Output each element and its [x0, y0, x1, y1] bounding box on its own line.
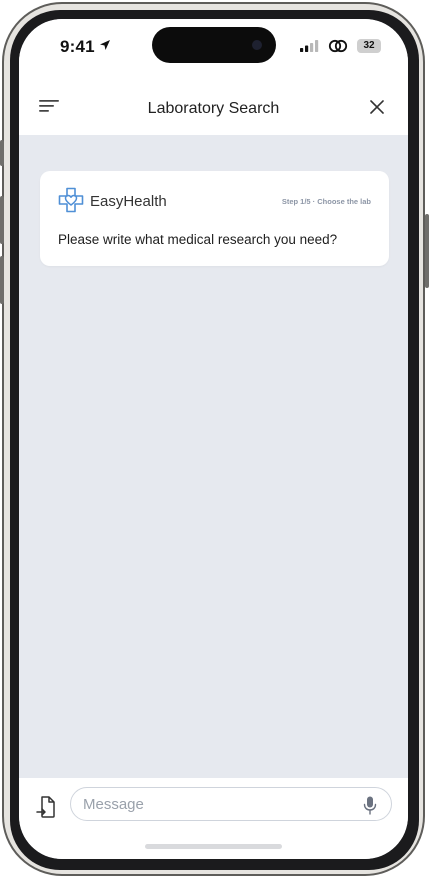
battery-icon: 32 — [357, 39, 381, 53]
page-title: Laboratory Search — [147, 100, 280, 117]
side-button-silent — [0, 140, 4, 166]
signal-bars-icon — [300, 40, 319, 52]
nav-header: Laboratory Search — [19, 71, 408, 135]
medical-cross-heart-icon — [58, 187, 84, 213]
phone-screen: 9:41 32 Laboratory Search EasyHealth Ste… — [19, 19, 408, 859]
microphone-icon[interactable] — [363, 796, 377, 815]
message-input[interactable]: Message — [70, 787, 392, 821]
bot-message-card: EasyHealth Step 1/5 · Choose the lab Ple… — [40, 171, 389, 266]
message-placeholder: Message — [83, 796, 144, 813]
side-button-volume-up — [0, 196, 4, 244]
bot-message-text: Please write what medical research you n… — [58, 232, 338, 247]
step-label: Step 1/5 · Choose the lab — [281, 197, 371, 206]
chat-area[interactable]: EasyHealth Step 1/5 · Choose the lab Ple… — [19, 135, 408, 778]
home-indicator — [145, 844, 282, 849]
camera-dot — [252, 40, 262, 50]
brand-name: EasyHealth — [90, 193, 167, 210]
dynamic-island — [152, 27, 276, 63]
attach-document-icon[interactable] — [36, 795, 56, 819]
side-button-volume-down — [0, 256, 4, 304]
status-bar: 9:41 32 — [19, 19, 408, 71]
status-time: 9:41 — [60, 37, 95, 56]
close-icon[interactable] — [369, 99, 385, 115]
location-arrow-icon — [100, 40, 110, 50]
side-button-power — [425, 214, 429, 288]
link-icon — [328, 39, 348, 53]
